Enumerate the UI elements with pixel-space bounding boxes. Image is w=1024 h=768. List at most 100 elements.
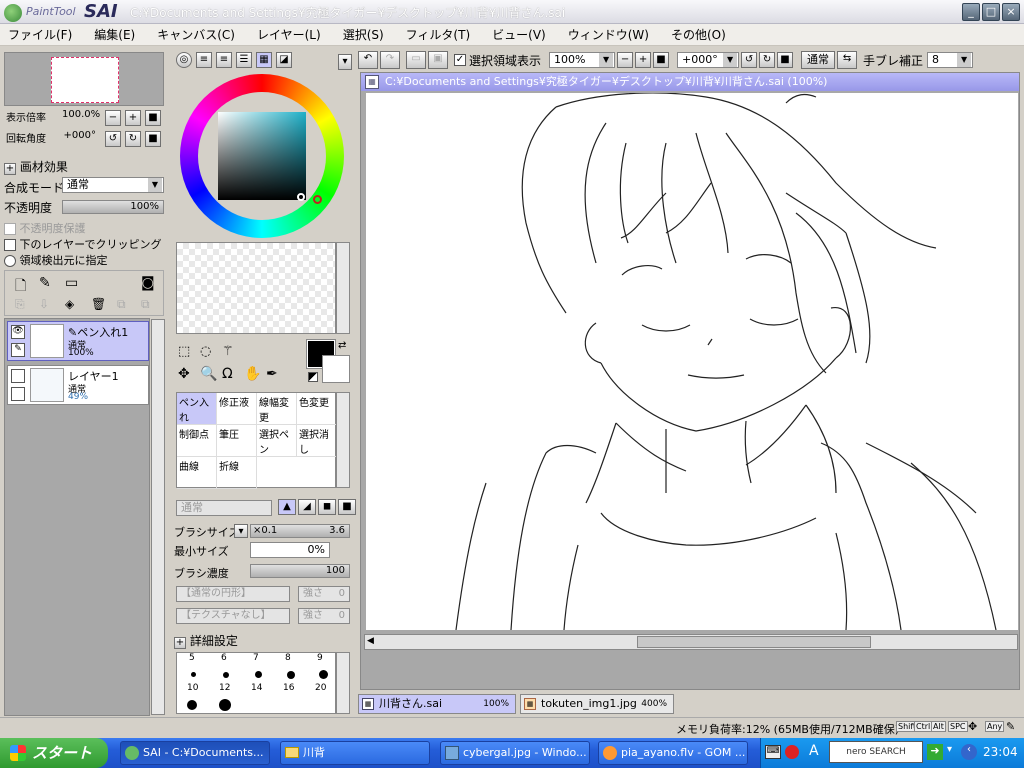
taskbar-item-gom-player[interactable]: pia_ayano.flv - GOM ... bbox=[598, 741, 748, 765]
canvas-horizontal-scrollbar[interactable]: ◀ bbox=[364, 634, 1018, 650]
doc-tab[interactable]: ▦ 川背さん.sai 100% bbox=[358, 694, 516, 714]
hsv-slider-tab-icon[interactable]: ≡ bbox=[216, 52, 232, 68]
saturation-value-square[interactable] bbox=[218, 112, 306, 200]
flip-icon[interactable]: ⇆ bbox=[837, 51, 858, 69]
color-wheel[interactable] bbox=[180, 74, 344, 238]
default-colors-icon[interactable] bbox=[308, 372, 318, 382]
brush-pen[interactable]: ペン入れ bbox=[177, 393, 217, 425]
go-arrow-icon[interactable]: ➜ bbox=[927, 744, 943, 760]
rotate-reset-icon[interactable]: ■ bbox=[777, 52, 794, 68]
brush-polyline[interactable]: 折線 bbox=[217, 457, 257, 489]
zoom-in-button[interactable]: + bbox=[125, 110, 141, 126]
mixer-tab-icon[interactable]: ☰ bbox=[236, 52, 252, 68]
menu-view[interactable]: ビュー(V) bbox=[492, 26, 546, 43]
hand-icon[interactable]: ✋ bbox=[244, 366, 261, 382]
eyedropper-icon[interactable]: ✒ bbox=[266, 366, 278, 382]
menu-other[interactable]: その他(O) bbox=[671, 26, 726, 43]
brush-correction-fluid[interactable]: 修正液 bbox=[217, 393, 257, 425]
copy-layer-icon[interactable]: ⎘ bbox=[15, 297, 25, 312]
lasso-icon[interactable]: ◌ bbox=[200, 344, 211, 359]
size-dot[interactable] bbox=[219, 699, 231, 711]
scroll-left-icon[interactable]: ◀ bbox=[367, 636, 379, 648]
layer-list-scrollbar[interactable] bbox=[151, 319, 165, 715]
new-pen-layer-icon[interactable]: ✎ bbox=[39, 275, 51, 291]
minimize-button[interactable]: _ bbox=[962, 3, 980, 21]
background-color[interactable] bbox=[322, 355, 350, 383]
hue-cursor[interactable] bbox=[313, 195, 322, 204]
selection-source-option[interactable]: 領域検出元に指定 bbox=[4, 252, 108, 268]
brush-size-slider[interactable]: ×0.1 3.6 bbox=[250, 524, 350, 538]
rgb-slider-tab-icon[interactable]: ≡ bbox=[196, 52, 212, 68]
merge-down-icon[interactable]: ⇩ bbox=[39, 297, 49, 311]
rotate-ccw-icon[interactable]: ↺ bbox=[741, 52, 758, 68]
lock-toggle[interactable] bbox=[11, 387, 25, 401]
menu-canvas[interactable]: キャンバス(C) bbox=[157, 26, 235, 43]
stabilizer-select[interactable]: 8 ▼ bbox=[927, 52, 974, 68]
taskbar-item-sai[interactable]: SAI - C:¥Documents... bbox=[120, 741, 270, 765]
menu-file[interactable]: ファイル(F) bbox=[8, 26, 72, 43]
new-layer-icon[interactable]: 🗋 bbox=[15, 275, 26, 299]
tray-dropdown-icon[interactable]: ▾ bbox=[947, 744, 952, 755]
tray-expand-icon[interactable]: ‹ bbox=[961, 744, 977, 760]
panel-menu-icon[interactable]: ▾ bbox=[338, 54, 352, 70]
rect-select-icon[interactable]: ⬚ bbox=[178, 344, 190, 359]
brush-mode-select[interactable]: 通常 bbox=[176, 500, 272, 516]
swatch-grid[interactable] bbox=[176, 242, 336, 334]
chevron-down-icon[interactable]: ▾ bbox=[234, 524, 248, 538]
blend-mode-select[interactable]: 通常 ▼ bbox=[62, 177, 164, 193]
brush-color-change[interactable]: 色変更 bbox=[297, 393, 337, 425]
color-wheel-tab-icon[interactable]: ◎ bbox=[176, 52, 192, 68]
move-icon[interactable]: ✥ bbox=[178, 366, 190, 382]
magic-wand-icon[interactable]: ⚚ bbox=[222, 344, 234, 359]
clip-lower-option[interactable]: 下のレイヤーでクリッピング bbox=[4, 236, 162, 252]
brush-curve[interactable]: 曲線 bbox=[177, 457, 217, 489]
size-dot[interactable] bbox=[287, 671, 295, 679]
navigator-viewport[interactable] bbox=[51, 57, 119, 103]
tip-soft-icon[interactable]: ◼ bbox=[318, 499, 336, 515]
rotate-cw-icon[interactable]: ↻ bbox=[759, 52, 776, 68]
angle-select[interactable]: +000° ▼ bbox=[677, 52, 740, 68]
sv-cursor[interactable] bbox=[297, 193, 305, 201]
brush-line-width[interactable]: 線幅変更 bbox=[257, 393, 297, 425]
start-button[interactable]: スタート bbox=[0, 738, 108, 768]
canvas-title-bar[interactable]: ▦ C:¥Documents and Settings¥究極タイガー¥デスクトップ… bbox=[361, 73, 1019, 91]
ime-mode[interactable]: A bbox=[809, 743, 819, 759]
tip-round-icon[interactable]: ◢ bbox=[298, 499, 316, 515]
drawing-canvas[interactable] bbox=[366, 93, 1018, 630]
swatch-tab-icon[interactable]: ▦ bbox=[256, 52, 272, 68]
merge-visible-icon[interactable]: ⧉ bbox=[117, 297, 126, 312]
navigator-preview[interactable] bbox=[4, 52, 164, 106]
close-button[interactable]: × bbox=[1002, 3, 1020, 21]
brush-control-point[interactable]: 制御点 bbox=[177, 425, 217, 457]
ime-icon[interactable] bbox=[785, 745, 799, 759]
scratchpad-tab-icon[interactable]: ◪ bbox=[276, 52, 292, 68]
protect-opacity-option[interactable]: 不透明度保護 bbox=[4, 220, 86, 236]
texture-strength-field[interactable]: 強さ 0 bbox=[298, 608, 350, 624]
keyboard-icon[interactable]: ⌨ bbox=[765, 745, 781, 759]
visibility-toggle[interactable] bbox=[11, 369, 25, 383]
menu-edit[interactable]: 編集(E) bbox=[94, 26, 135, 43]
taskbar-item-folder[interactable]: 川背 bbox=[280, 741, 430, 765]
size-presets-scrollbar[interactable] bbox=[336, 652, 350, 714]
selection-source-radio[interactable] bbox=[4, 255, 16, 267]
new-folder-icon[interactable]: ▭ bbox=[65, 275, 78, 291]
rotate-icon[interactable]: Ω bbox=[222, 366, 233, 382]
blend-normal-button[interactable]: 通常 bbox=[801, 51, 836, 69]
toolbar-zoom-in-button[interactable]: + bbox=[635, 52, 652, 68]
rotate-left-button[interactable]: ↺ bbox=[105, 131, 121, 147]
shape-strength-field[interactable]: 強さ 0 bbox=[298, 586, 350, 602]
show-selection-checkbox[interactable]: ✓ bbox=[454, 54, 466, 66]
brush-shape-select[interactable]: 【通常の円形】 bbox=[176, 586, 290, 602]
nero-search-box[interactable]: nero SEARCH bbox=[829, 741, 923, 763]
layer-mask-icon[interactable]: ◙ bbox=[141, 275, 155, 291]
maximize-button[interactable]: □ bbox=[982, 3, 1000, 21]
clip-lower-checkbox[interactable] bbox=[4, 239, 16, 251]
scroll-thumb[interactable] bbox=[637, 636, 871, 648]
protect-opacity-checkbox[interactable] bbox=[4, 223, 16, 235]
brush-size-presets[interactable]: 5 6 7 8 9 10 12 14 16 20 bbox=[176, 652, 336, 714]
menu-window[interactable]: ウィンドウ(W) bbox=[568, 26, 649, 43]
deselect-icon[interactable]: ▭ bbox=[406, 51, 426, 69]
layer-item[interactable]: 👁 ✎ ✎ペン入れ1 通常 100% bbox=[7, 321, 149, 361]
size-dot[interactable] bbox=[255, 671, 262, 678]
brush-select-pen[interactable]: 選択ペン bbox=[257, 425, 297, 457]
